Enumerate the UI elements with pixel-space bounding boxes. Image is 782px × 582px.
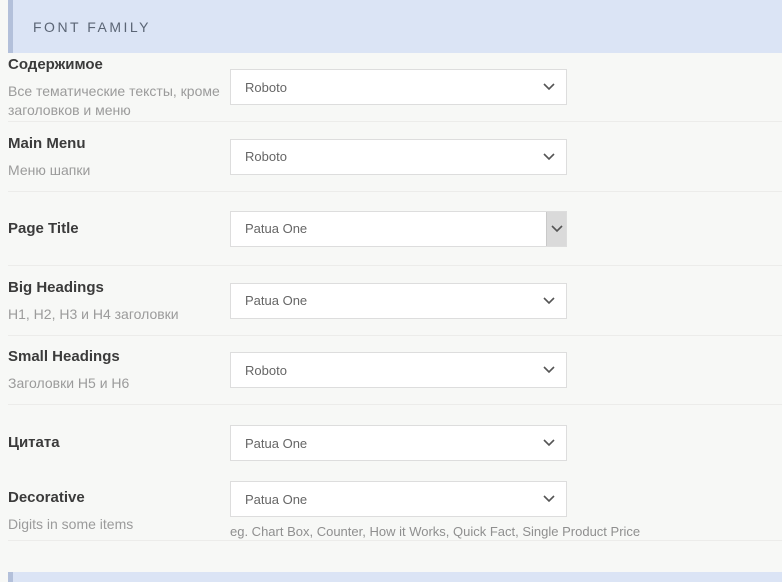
- selected-font-value: Roboto: [245, 80, 287, 95]
- font-select-main-menu[interactable]: Roboto: [230, 139, 567, 175]
- selected-font-value: Patua One: [245, 293, 307, 308]
- font-family-settings-panel: FONT FAMILY Содержимое Все тематические …: [0, 0, 782, 582]
- selected-font-value: Roboto: [245, 363, 287, 378]
- setting-row-small-headings: Small Headings Заголовки H5 и H6 Roboto: [8, 336, 782, 405]
- select-arrow-button[interactable]: [546, 212, 566, 246]
- selected-font-value: Patua One: [245, 436, 307, 451]
- chevron-down-icon: [543, 83, 555, 91]
- setting-description-main-menu: Меню шапки: [8, 161, 230, 180]
- chevron-down-icon: [543, 495, 555, 503]
- setting-row-main-menu: Main Menu Меню шапки Roboto: [8, 122, 782, 192]
- font-select-content[interactable]: Roboto: [230, 69, 567, 105]
- setting-label-small-headings: Small Headings: [8, 347, 230, 367]
- next-section-bar: [8, 572, 782, 582]
- chevron-down-icon: [543, 439, 555, 447]
- section-accent-bar: [8, 0, 13, 53]
- setting-label-content: Содержимое: [8, 55, 230, 75]
- setting-row-decorative: Decorative Digits in some items Patua On…: [8, 481, 782, 541]
- font-select-quote[interactable]: Patua One: [230, 425, 567, 461]
- section-title: FONT FAMILY: [8, 19, 151, 35]
- select-helper-text: eg. Chart Box, Counter, How it Works, Qu…: [230, 524, 640, 540]
- chevron-down-icon: [543, 153, 555, 161]
- selected-font-value: Patua One: [245, 492, 307, 507]
- chevron-down-icon: [551, 225, 563, 233]
- setting-label-page-title: Page Title: [8, 219, 230, 239]
- setting-row-big-headings: Big Headings H1, H2, H3 и H4 заголовки P…: [8, 266, 782, 336]
- setting-row-page-title: Page Title Patua One: [8, 192, 782, 266]
- setting-label-big-headings: Big Headings: [8, 278, 230, 298]
- section-accent-bar: [8, 572, 13, 582]
- chevron-down-icon: [543, 297, 555, 305]
- setting-label-quote: Цитата: [8, 433, 230, 453]
- setting-description-decorative: Digits in some items: [8, 515, 230, 534]
- font-select-big-headings[interactable]: Patua One: [230, 283, 567, 319]
- font-select-small-headings[interactable]: Roboto: [230, 352, 567, 388]
- setting-description-small-headings: Заголовки H5 и H6: [8, 374, 230, 393]
- setting-label-decorative: Decorative: [8, 488, 230, 508]
- section-header: FONT FAMILY: [8, 0, 782, 53]
- setting-description-content: Все тематические тексты, кроме заголовко…: [8, 82, 230, 120]
- setting-description-big-headings: H1, H2, H3 и H4 заголовки: [8, 305, 230, 324]
- setting-row-content: Содержимое Все тематические тексты, кром…: [8, 53, 782, 122]
- setting-row-quote: Цитата Patua One: [8, 405, 782, 481]
- selected-font-value: Roboto: [245, 149, 287, 164]
- chevron-down-icon: [543, 366, 555, 374]
- selected-font-value: Patua One: [245, 221, 307, 236]
- setting-label-main-menu: Main Menu: [8, 134, 230, 154]
- font-select-decorative[interactable]: Patua One: [230, 481, 567, 517]
- font-select-page-title[interactable]: Patua One: [230, 211, 567, 247]
